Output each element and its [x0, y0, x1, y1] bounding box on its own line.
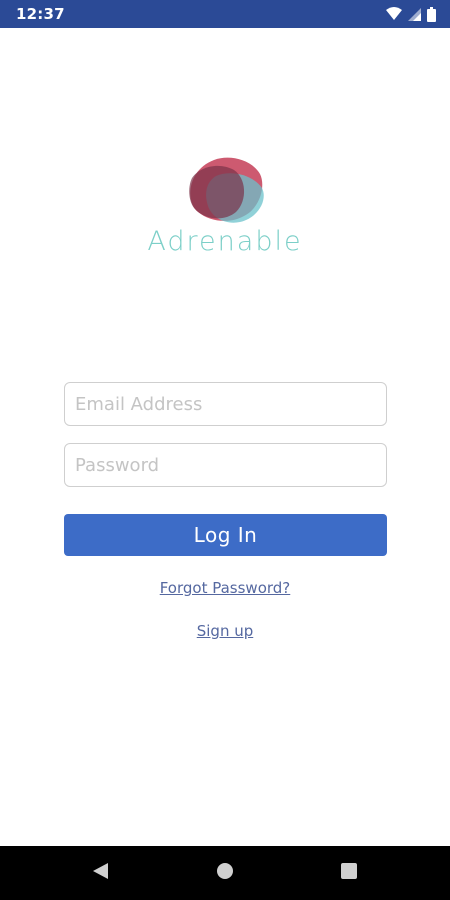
status-icons	[386, 6, 436, 22]
sign-up-link[interactable]: Sign up	[197, 622, 254, 640]
forgot-password-row: Forgot Password?	[0, 579, 450, 597]
password-field[interactable]	[64, 443, 387, 487]
back-icon	[91, 862, 109, 884]
wifi-icon	[386, 7, 402, 21]
home-button[interactable]	[195, 846, 255, 900]
brand-logo-icon	[186, 156, 266, 226]
signal-icon	[408, 7, 421, 21]
email-field[interactable]	[64, 382, 387, 426]
back-button[interactable]	[70, 846, 130, 900]
status-bar: 12:37	[0, 0, 450, 28]
login-button[interactable]: Log In	[64, 514, 387, 556]
recents-icon	[341, 863, 357, 883]
brand-name: Adrenable	[147, 226, 303, 257]
recents-button[interactable]	[319, 846, 379, 900]
battery-icon	[427, 6, 436, 22]
forgot-password-link[interactable]: Forgot Password?	[160, 579, 291, 597]
navigation-bar	[0, 846, 450, 900]
status-time: 12:37	[16, 5, 65, 23]
home-icon	[216, 862, 234, 884]
sign-up-row: Sign up	[0, 622, 450, 640]
